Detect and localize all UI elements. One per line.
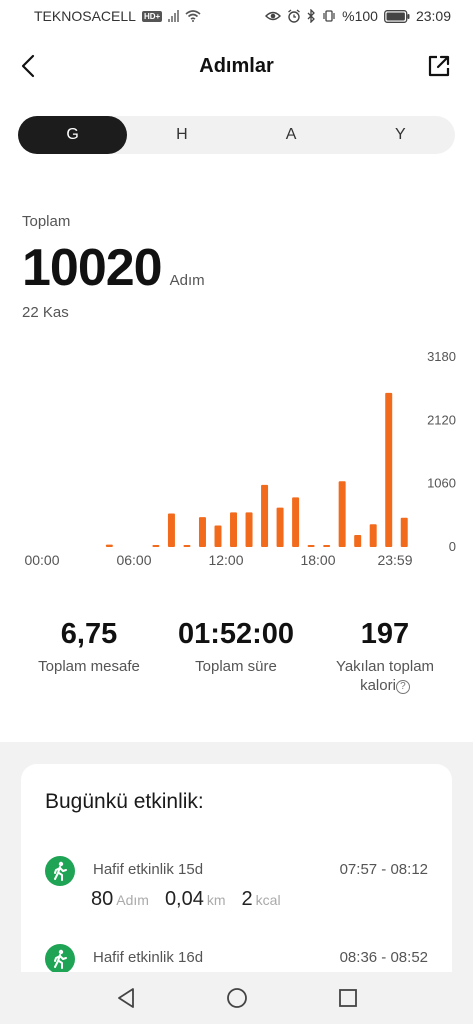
chart-bar[interactable] [230, 512, 238, 547]
calories-label-line2: kalori [360, 677, 396, 694]
chart-bar[interactable] [167, 513, 175, 547]
date-label: 22 Kas [22, 304, 69, 321]
system-nav-bar [0, 972, 473, 1024]
chart-bar[interactable] [323, 545, 331, 547]
triangle-back-icon [117, 988, 134, 1008]
calories-label-line1: Yakılan toplam [335, 658, 435, 675]
activity-time: 07:57 - 08:12 [339, 861, 428, 878]
tab-year[interactable]: Y [346, 116, 455, 154]
chevron-left-icon [21, 54, 35, 78]
tab-week[interactable]: H [127, 116, 236, 154]
chart-bar[interactable] [183, 545, 191, 547]
x-tick-label: 18:00 [300, 552, 335, 568]
activity-distance: 0,04 [164, 888, 204, 910]
bluetooth-icon [307, 9, 316, 23]
chart-bar[interactable] [214, 525, 222, 547]
walking-icon [45, 856, 75, 886]
share-icon [428, 55, 450, 77]
stats-row: 6,75 Toplam mesafe 01:52:00 Toplam süre … [0, 618, 473, 708]
y-tick-label: 3180 [427, 349, 456, 364]
x-tick-label: 00:00 [24, 552, 59, 568]
total-row: 10020 Adım [22, 238, 205, 298]
stat-distance: 6,75 Toplam mesafe [30, 618, 148, 676]
chart-bar[interactable] [400, 517, 408, 547]
nav-back-button[interactable] [106, 978, 146, 1018]
period-tabs: G H A Y [18, 116, 455, 154]
chart-bar[interactable] [245, 512, 253, 547]
total-steps-unit: Adım [169, 272, 205, 289]
chart-bar[interactable] [198, 517, 206, 547]
vibrate-icon [323, 10, 335, 22]
back-button[interactable] [12, 50, 44, 82]
activity-calories-unit: kcal [255, 892, 281, 908]
chart-bar[interactable] [261, 484, 269, 547]
total-label: Toplam [22, 213, 71, 230]
x-tick-label: 12:00 [208, 552, 243, 568]
activity-metrics: 80 Adım 0,04 km 2 kcal [91, 888, 281, 911]
distance-label: Toplam mesafe [38, 658, 140, 675]
activity-item[interactable]: Hafif etkinlik 15d 07:57 - 08:12 80 Adım … [21, 856, 452, 916]
y-tick-label: 0 [449, 539, 456, 554]
y-tick-label: 2120 [427, 412, 456, 427]
nav-recents-button[interactable] [328, 978, 368, 1018]
stat-duration: 01:52:00 Toplam süre [166, 618, 306, 676]
total-steps-value: 10020 [22, 239, 163, 297]
chart-bar[interactable] [385, 392, 393, 547]
status-bar: TEKNOSACELL HD+ %100 23:09 [0, 0, 473, 32]
chart-bar[interactable] [338, 481, 346, 547]
activity-time: 08:36 - 08:52 [339, 949, 428, 966]
steps-bar-chart: 3180 2120 1060 0 00:00 06:00 12:00 18:00 23:59 [24, 349, 456, 568]
distance-value: 6,75 [60, 618, 118, 650]
carrier-name: TEKNOSACELL [34, 8, 136, 24]
walking-icon [45, 944, 75, 974]
activity-calories: 2 [241, 888, 253, 910]
duration-value: 01:52:00 [177, 618, 295, 650]
calories-label: Yakılan toplam kalori? [326, 657, 444, 695]
activity-title: Bugünkü etkinlik: [45, 790, 204, 813]
tab-month[interactable]: A [237, 116, 346, 154]
chart-bar[interactable] [276, 507, 284, 547]
chart-bar[interactable] [369, 524, 377, 547]
chart-bar[interactable] [354, 535, 362, 547]
app-header: Adımlar [0, 40, 473, 92]
activity-steps-unit: Adım [116, 892, 149, 908]
x-tick-label: 23:59 [377, 552, 412, 568]
circle-home-icon [226, 988, 247, 1008]
activity-distance-unit: km [206, 892, 226, 908]
nav-home-button[interactable] [217, 978, 257, 1018]
signal-icon [168, 10, 180, 22]
stat-calories: 197 Yakılan toplam kalori? [326, 618, 444, 695]
battery-icon [384, 9, 410, 23]
page-title: Adımlar [199, 54, 274, 77]
clock: 23:09 [415, 8, 451, 24]
alarm-icon [288, 9, 301, 23]
y-tick-label: 1060 [427, 476, 456, 491]
activity-steps: 80 [91, 888, 114, 910]
square-recents-icon [338, 989, 357, 1007]
chart-bar[interactable] [292, 497, 300, 547]
calories-value: 197 [360, 618, 410, 650]
chart-bar[interactable] [105, 544, 113, 547]
info-icon[interactable]: ? [395, 680, 410, 694]
activity-name: Hafif etkinlik 16d [93, 949, 204, 966]
tab-day[interactable]: G [18, 116, 128, 154]
hd-badge: HD+ [141, 10, 163, 22]
x-tick-label: 06:00 [116, 552, 151, 568]
activity-name: Hafif etkinlik 15d [93, 861, 204, 878]
chart-bar[interactable] [307, 545, 315, 547]
duration-label: Toplam süre [195, 658, 277, 675]
chart-bar[interactable] [152, 545, 160, 547]
eye-icon [265, 11, 282, 21]
wifi-icon [185, 10, 201, 22]
battery-percent: %100 [342, 8, 378, 24]
share-button[interactable] [423, 50, 455, 82]
